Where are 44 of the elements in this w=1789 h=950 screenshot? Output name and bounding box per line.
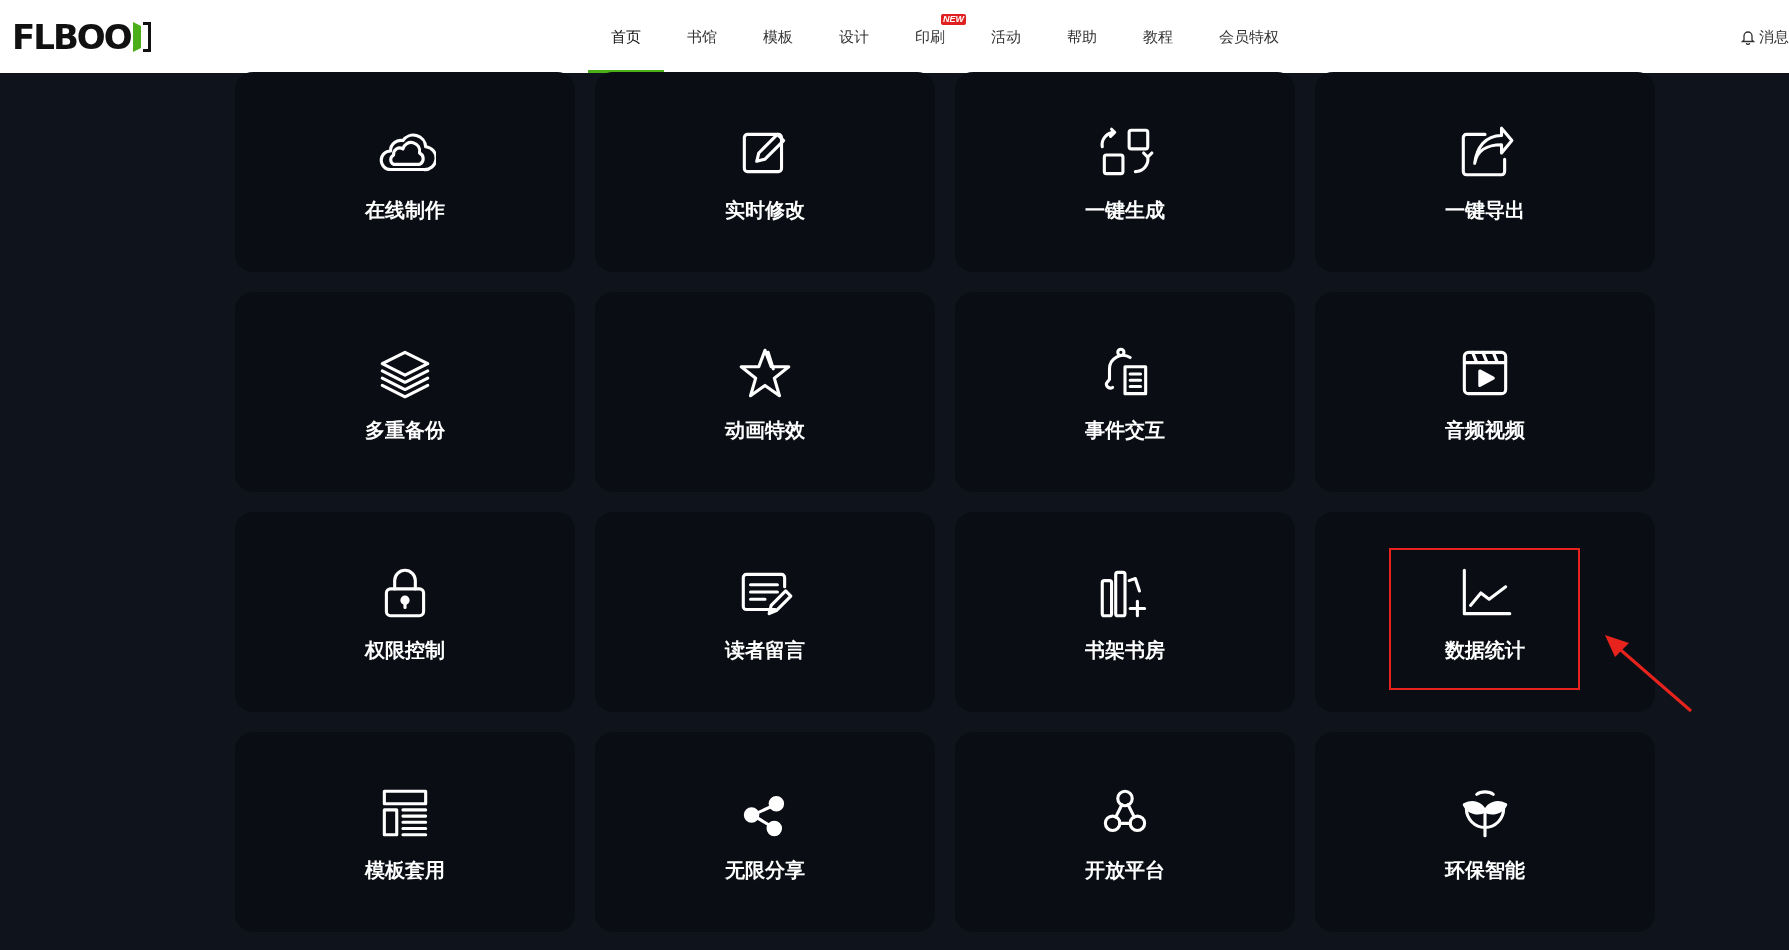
feature-label: 权限控制 — [365, 638, 445, 663]
feature-label: 在线制作 — [365, 198, 445, 223]
nav-tab[interactable]: 设计 — [839, 25, 869, 48]
feature-label: 多重备份 — [365, 418, 445, 443]
feature-card[interactable]: 开放平台 — [955, 732, 1295, 932]
feature-label: 环保智能 — [1445, 858, 1525, 883]
nav-tab[interactable]: 会员特权 — [1219, 25, 1279, 48]
feature-card[interactable]: 实时修改 — [595, 72, 935, 272]
feature-card[interactable]: 无限分享 — [595, 732, 935, 932]
messages-link[interactable]: 消息 — [1759, 26, 1789, 49]
feature-label: 一键导出 — [1445, 198, 1525, 223]
feature-label: 一键生成 — [1085, 198, 1165, 223]
feature-card[interactable]: 一键导出 — [1315, 72, 1655, 272]
feature-label: 书架书房 — [1085, 638, 1165, 663]
feature-card[interactable]: 在线制作 — [235, 72, 575, 272]
nav-tab[interactable]: 帮助 — [1067, 25, 1097, 48]
feature-card[interactable]: 环保智能 — [1315, 732, 1655, 932]
feature-label: 模板套用 — [365, 858, 445, 883]
feature-card[interactable]: 一键生成 — [955, 72, 1295, 272]
feature-card[interactable]: 动画特效 — [595, 292, 935, 492]
feature-label: 数据统计 — [1445, 638, 1525, 663]
feature-card[interactable]: 模板套用 — [235, 732, 575, 932]
feature-label: 事件交互 — [1085, 418, 1165, 443]
nav-tab[interactable]: 书馆 — [687, 25, 717, 48]
nav-tab[interactable]: 活动 — [991, 25, 1021, 48]
feature-label: 无限分享 — [725, 858, 805, 883]
feature-label: 开放平台 — [1085, 858, 1165, 883]
feature-card[interactable]: 读者留言 — [595, 512, 935, 712]
feature-label: 实时修改 — [725, 198, 805, 223]
logo-text[interactable]: FLBOO — [12, 19, 131, 54]
nav-tab[interactable]: 教程 — [1143, 25, 1173, 48]
feature-label: 音频视频 — [1445, 418, 1525, 443]
feature-card[interactable]: 数据统计 — [1315, 512, 1655, 712]
feature-card[interactable]: 音频视频 — [1315, 292, 1655, 492]
feature-label: 动画特效 — [725, 418, 805, 443]
nav-tab[interactable]: 印刷 — [915, 25, 945, 48]
feature-card[interactable]: 书架书房 — [955, 512, 1295, 712]
nav-tab[interactable]: 首页 — [611, 25, 641, 48]
feature-card[interactable]: 事件交互 — [955, 292, 1295, 492]
feature-card[interactable]: 多重备份 — [235, 292, 575, 492]
feature-card[interactable]: 权限控制 — [235, 512, 575, 712]
nav-tab[interactable]: 模板 — [763, 25, 793, 48]
feature-label: 读者留言 — [725, 638, 805, 663]
new-badge: NEW — [941, 14, 966, 25]
